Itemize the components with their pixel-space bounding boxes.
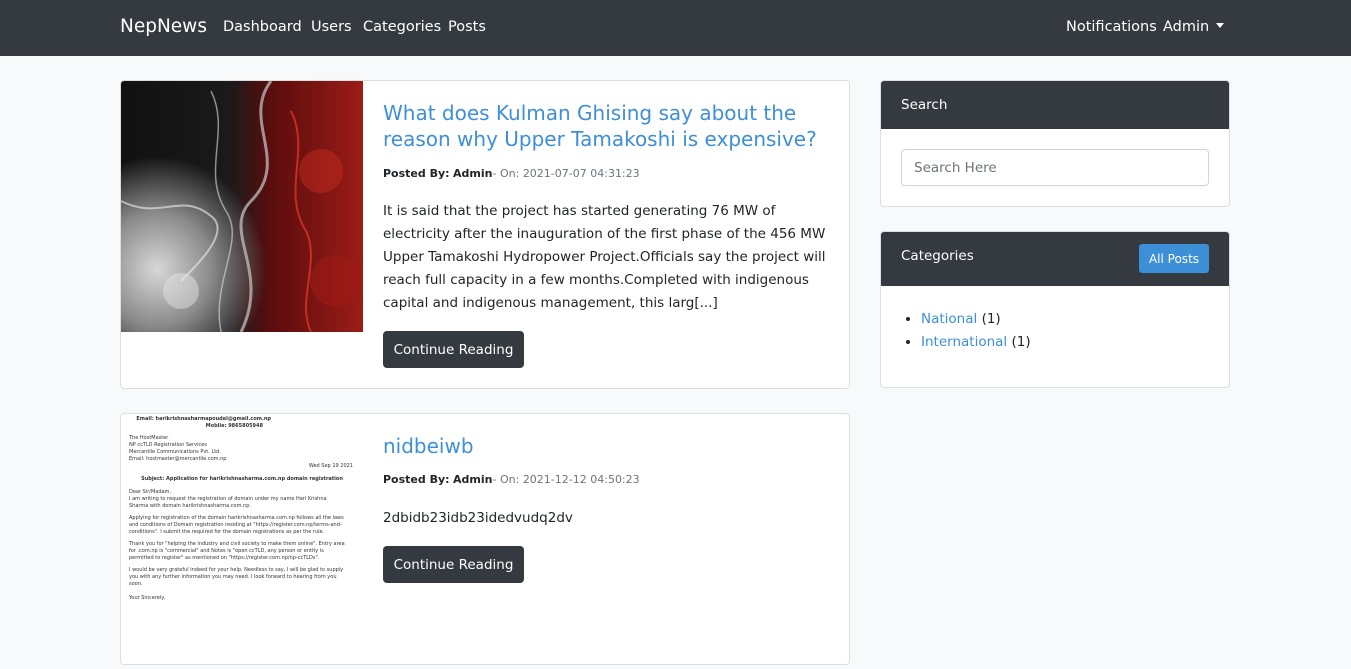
posted-by-label: Posted By: (383, 473, 450, 486)
doc-paragraph: I am writing to request the registration… (129, 496, 327, 509)
post-date: 2021-12-12 04:50:23 (522, 473, 640, 486)
post-excerpt: It is said that the project has started … (383, 203, 826, 311)
nav-users[interactable]: Users (311, 19, 352, 35)
brand-logo[interactable]: NepNews (120, 16, 207, 37)
post-title-link[interactable]: nidbeiwb (383, 433, 833, 459)
search-widget: Search (880, 80, 1230, 207)
post-author: Admin (453, 473, 493, 486)
nav-posts[interactable]: Posts (448, 19, 486, 35)
post-date: 2021-07-07 04:31:23 (522, 167, 640, 180)
doc-to-line: NP ccTLD Registration Services (129, 442, 207, 448)
doc-email-line: Email: harikrishnasharmapoudel@gmail.com… (136, 416, 271, 422)
doc-to-line: Mercantile Communications Pvt. Ltd. (129, 449, 221, 455)
all-posts-button[interactable]: All Posts (1139, 244, 1209, 273)
category-item: National (1) (921, 308, 1031, 331)
doc-paragraph: Applying for registration of the domain … (129, 515, 344, 535)
doc-date: Wed Sep 19 2021 (308, 463, 353, 469)
doc-to-line: The HostMaster (129, 435, 169, 441)
post-on-label: - On: (492, 167, 520, 180)
continue-reading-button[interactable]: Continue Reading (383, 546, 524, 583)
doc-salutation: Dear Sir/Madam, (129, 489, 172, 495)
post-title-link[interactable]: What does Kulman Ghising say about the r… (383, 100, 833, 152)
post-thumbnail-document[interactable]: Email: harikrishnasharmapoudel@gmail.com… (121, 414, 363, 664)
posted-by-label: Posted By: (383, 167, 450, 180)
category-list: National (1) International (1) (921, 308, 1031, 354)
category-link-national[interactable]: National (921, 311, 977, 327)
post-on-label: - On: (492, 473, 520, 486)
search-input[interactable] (901, 149, 1209, 186)
nav-dashboard[interactable]: Dashboard (223, 19, 302, 35)
post-card: What does Kulman Ghising say about the r… (120, 80, 850, 389)
post-card: Email: harikrishnasharmapoudel@gmail.com… (120, 413, 850, 665)
search-widget-header: Search (881, 81, 1229, 129)
doc-mobile-line: Mobile: 9865805948 (205, 423, 263, 429)
post-thumbnail-abstract-art[interactable] (121, 81, 363, 332)
categories-widget-header: Categories All Posts (881, 232, 1229, 286)
nav-categories[interactable]: Categories (363, 19, 441, 35)
search-widget-title: Search (901, 97, 948, 113)
doc-closing: Your Sincerely, (129, 595, 166, 601)
caret-down-icon (1216, 23, 1225, 28)
category-item: International (1) (921, 331, 1031, 354)
admin-dropdown[interactable]: Admin (1163, 19, 1225, 35)
category-count: (1) (1011, 334, 1031, 350)
post-author: Admin (453, 167, 493, 180)
post-excerpt: 2dbidb23idb23idedvudq2dv (383, 510, 573, 526)
post-meta: Posted By: Admin- On: 2021-07-07 04:31:2… (383, 167, 640, 180)
category-count: (1) (981, 311, 1001, 327)
top-navbar: NepNews Dashboard Users Categories Posts… (0, 0, 1351, 56)
categories-widget: Categories All Posts National (1) Intern… (880, 231, 1230, 388)
post-meta: Posted By: Admin- On: 2021-12-12 04:50:2… (383, 473, 640, 486)
doc-to-line: Email: hostmaster@mercantile.com.np (129, 456, 227, 462)
nav-notifications[interactable]: Notifications (1066, 19, 1157, 35)
continue-reading-button[interactable]: Continue Reading (383, 331, 524, 368)
category-link-international[interactable]: International (921, 334, 1007, 350)
doc-paragraph: Thank you for "helping the industry and … (129, 541, 345, 561)
categories-widget-title: Categories (901, 248, 974, 264)
admin-label: Admin (1163, 19, 1210, 35)
doc-paragraph: I would be very grateful indeed for your… (129, 567, 344, 587)
doc-subject: Subject: Application for harikrishnashar… (141, 476, 343, 482)
